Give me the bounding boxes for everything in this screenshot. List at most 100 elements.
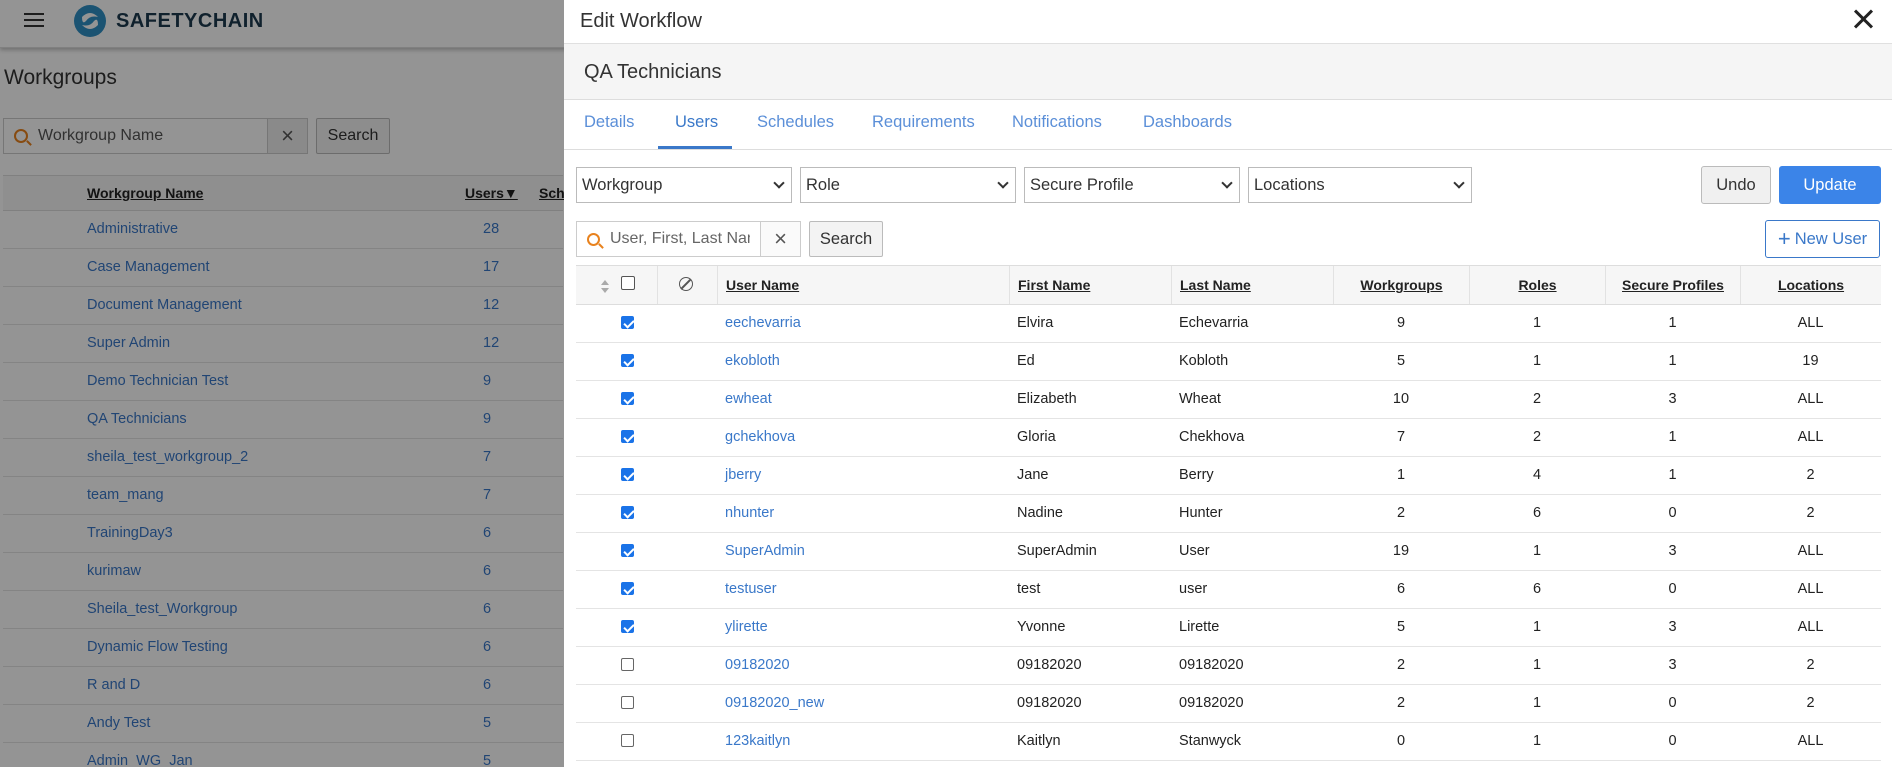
user-name-link[interactable]: nhunter	[725, 505, 774, 521]
tab-dashboards[interactable]: Dashboards	[1143, 113, 1232, 132]
col-user-name[interactable]: User Name	[717, 266, 1009, 304]
user-search-input[interactable]	[610, 230, 750, 248]
user-name-link[interactable]: testuser	[725, 581, 777, 597]
roles-cell: 6	[1532, 505, 1542, 521]
user-name-link[interactable]: 123kaitlyn	[725, 733, 790, 749]
panel-header: Edit Workflow	[564, 0, 1892, 44]
role-filter-select[interactable]: Role	[800, 167, 1016, 203]
user-name-link[interactable]: ylirette	[725, 619, 768, 635]
new-user-label: New User	[1794, 229, 1868, 248]
col-first-name[interactable]: First Name	[1009, 266, 1171, 304]
user-name-link[interactable]: jberry	[725, 467, 761, 483]
secure-profiles-cell: 0	[1668, 733, 1677, 749]
user-search-button[interactable]: Search	[809, 221, 883, 257]
user-name-link[interactable]: 09182020	[725, 657, 790, 673]
user-name-link[interactable]: 09182020_new	[725, 695, 824, 711]
col-secure-profiles[interactable]: Secure Profiles	[1605, 266, 1740, 304]
row-checkbox[interactable]	[621, 658, 634, 671]
secure-profiles-cell: 0	[1668, 581, 1677, 597]
role-filter-value: Role	[806, 176, 840, 194]
sort-icon[interactable]	[601, 280, 609, 294]
roles-cell: 6	[1532, 581, 1542, 597]
col-locations[interactable]: Locations	[1740, 266, 1881, 304]
roles-cell: 2	[1532, 429, 1542, 445]
row-checkbox[interactable]	[621, 392, 634, 405]
plus-icon: +	[1777, 226, 1791, 251]
blocked-column-header	[657, 266, 717, 304]
tab-schedules[interactable]: Schedules	[757, 113, 834, 132]
roles-cell: 1	[1532, 543, 1542, 559]
row-checkbox[interactable]	[621, 582, 634, 595]
user-name-link[interactable]: eechevarria	[725, 315, 801, 331]
secure-profiles-cell: 3	[1668, 657, 1677, 673]
last-name-cell: Stanwyck	[1179, 733, 1242, 749]
row-checkbox[interactable]	[621, 354, 634, 367]
new-user-button[interactable]: + New User	[1765, 220, 1880, 258]
user-row: eechevarria Elvira Echevarria 9 1 1 ALL	[576, 305, 1881, 343]
workgroups-cell: 2	[1396, 657, 1406, 673]
row-checkbox[interactable]	[621, 316, 634, 329]
first-name-cell: SuperAdmin	[1017, 543, 1097, 559]
close-icon[interactable]	[1852, 8, 1874, 30]
last-name-cell: Chekhova	[1179, 429, 1245, 445]
col-roles[interactable]: Roles	[1469, 266, 1605, 304]
user-row: 09182020 09182020 09182020 2 1 3 2	[576, 647, 1881, 685]
clear-icon[interactable]: ×	[760, 222, 800, 256]
user-name-link[interactable]: SuperAdmin	[725, 543, 805, 559]
modal-overlay[interactable]	[0, 0, 564, 767]
row-checkbox[interactable]	[621, 468, 634, 481]
first-name-cell: Elizabeth	[1017, 391, 1077, 407]
last-name-cell: Kobloth	[1179, 353, 1229, 369]
workgroups-cell: 6	[1396, 581, 1406, 597]
chevron-down-icon	[1453, 177, 1465, 189]
roles-cell: 2	[1532, 391, 1542, 407]
first-name-cell: Nadine	[1017, 505, 1063, 521]
workgroups-cell: 1	[1396, 467, 1406, 483]
undo-button[interactable]: Undo	[1701, 166, 1771, 204]
col-workgroups[interactable]: Workgroups	[1333, 266, 1469, 304]
row-checkbox[interactable]	[621, 506, 634, 519]
users-table-header: User Name First Name Last Name Workgroup…	[576, 265, 1881, 305]
user-search[interactable]: ×	[576, 221, 801, 257]
last-name-cell: 09182020	[1179, 695, 1244, 711]
row-checkbox[interactable]	[621, 430, 634, 443]
select-all-checkbox[interactable]	[621, 276, 635, 290]
locations-filter-select[interactable]: Locations	[1248, 167, 1472, 203]
first-name-cell: Jane	[1017, 467, 1049, 483]
roles-cell: 1	[1532, 619, 1542, 635]
first-name-cell: 09182020	[1017, 657, 1082, 673]
secure-profile-filter-value: Secure Profile	[1030, 176, 1134, 194]
secure-profile-filter-select[interactable]: Secure Profile	[1024, 167, 1240, 203]
locations-cell: ALL	[1797, 315, 1824, 331]
tab-notifications[interactable]: Notifications	[1012, 113, 1102, 132]
last-name-cell: Echevarria	[1179, 315, 1249, 331]
locations-cell: ALL	[1797, 391, 1824, 407]
user-row: testuser test user 6 6 0 ALL	[576, 571, 1881, 609]
first-name-cell: Kaitlyn	[1017, 733, 1061, 749]
tab-users[interactable]: Users	[675, 113, 718, 132]
update-button[interactable]: Update	[1779, 166, 1881, 204]
user-row: jberry Jane Berry 1 4 1 2	[576, 457, 1881, 495]
secure-profiles-cell: 1	[1668, 353, 1677, 369]
workgroups-cell: 2	[1396, 695, 1406, 711]
row-checkbox[interactable]	[621, 696, 634, 709]
workgroups-cell: 7	[1396, 429, 1406, 445]
workgroup-filter-select[interactable]: Workgroup	[576, 167, 792, 203]
user-row: ekobloth Ed Kobloth 5 1 1 19	[576, 343, 1881, 381]
locations-filter-value: Locations	[1254, 176, 1325, 194]
row-checkbox[interactable]	[621, 544, 634, 557]
tab-details[interactable]: Details	[584, 113, 634, 132]
user-name-link[interactable]: gchekhova	[725, 429, 795, 445]
row-checkbox[interactable]	[621, 620, 634, 633]
col-last-name[interactable]: Last Name	[1171, 266, 1333, 304]
first-name-cell: Yvonne	[1017, 619, 1066, 635]
search-icon	[587, 232, 600, 246]
tab-requirements[interactable]: Requirements	[872, 113, 975, 132]
workgroups-cell: 19	[1392, 543, 1410, 559]
workgroups-cell: 2	[1396, 505, 1406, 521]
user-name-link[interactable]: ekobloth	[725, 353, 780, 369]
locations-cell: ALL	[1797, 733, 1824, 749]
user-name-link[interactable]: ewheat	[725, 391, 772, 407]
row-checkbox[interactable]	[621, 734, 634, 747]
user-row: ylirette Yvonne Lirette 5 1 3 ALL	[576, 609, 1881, 647]
